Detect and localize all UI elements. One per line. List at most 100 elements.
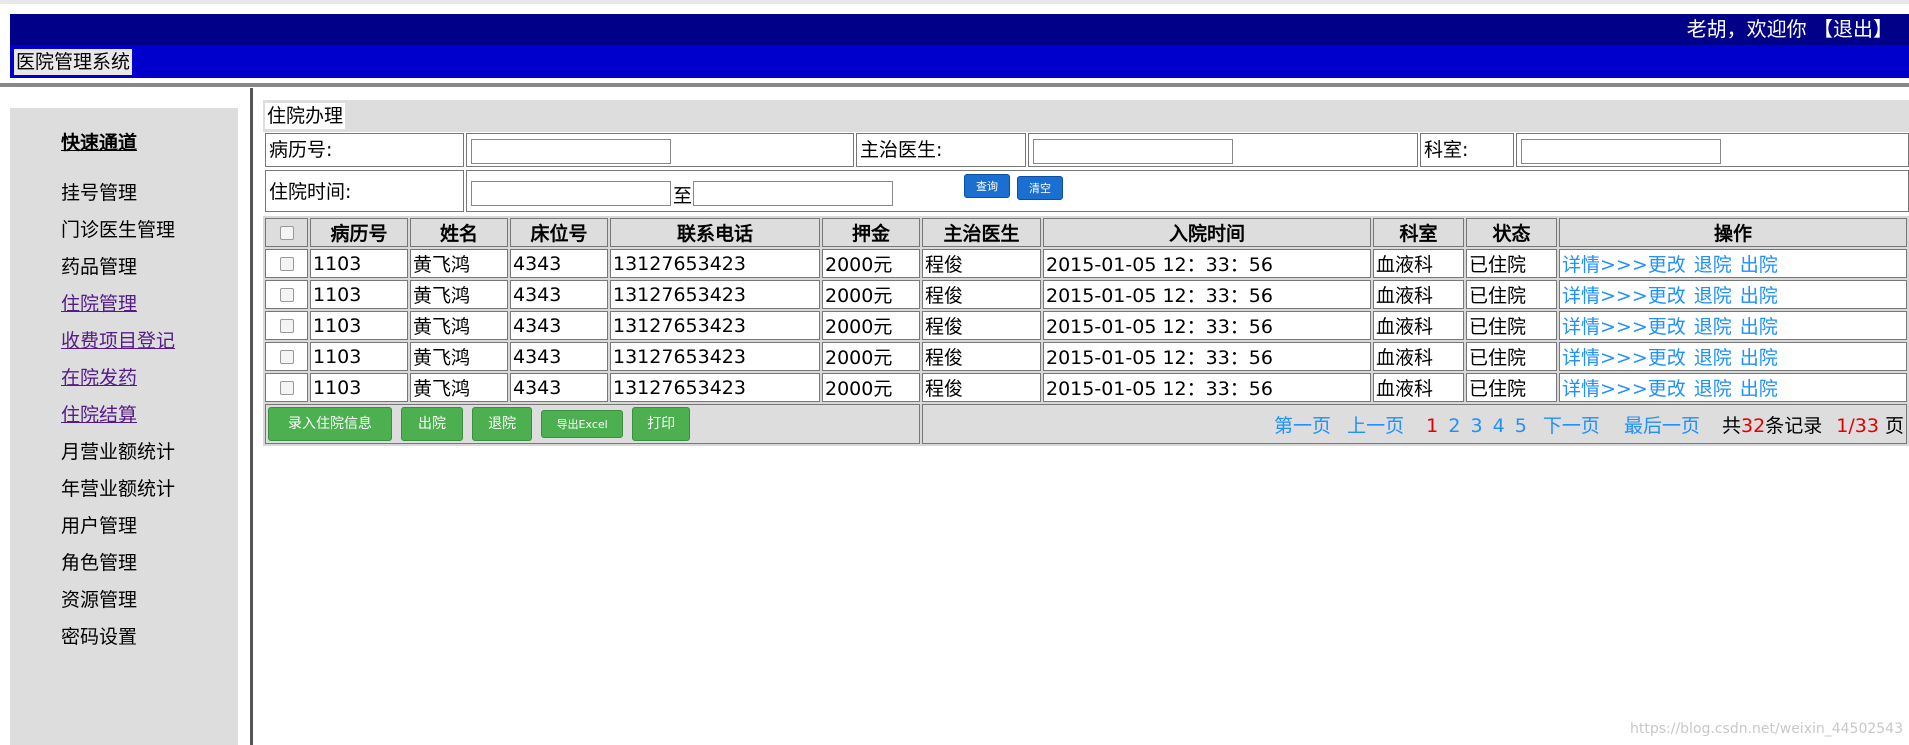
detail-link[interactable]: 详情>>>: [1562, 285, 1648, 307]
edit-link[interactable]: 更改: [1648, 347, 1686, 369]
col-header-name[interactable]: 姓名: [410, 218, 508, 247]
to-label: 至: [673, 185, 693, 207]
logout-link[interactable]: 【退出】: [1813, 17, 1893, 41]
page-link-4[interactable]: 4: [1493, 415, 1505, 437]
cell-record-no: 1103: [310, 249, 408, 278]
return-link[interactable]: 退院: [1694, 254, 1732, 276]
sidebar-item-charge-items[interactable]: 收费项目登记: [61, 326, 175, 353]
cell-name: 黄飞鸿: [410, 280, 508, 309]
row-checkbox[interactable]: [279, 319, 294, 333]
total-suffix: 条记录: [1765, 414, 1823, 437]
watermark: https://blog.csdn.net/weixin_44502543: [1629, 721, 1903, 737]
edit-link[interactable]: 更改: [1648, 316, 1686, 338]
doctor-cell: [1028, 133, 1418, 167]
detail-link[interactable]: 详情>>>: [1562, 347, 1648, 369]
return-link[interactable]: 退院: [1694, 378, 1732, 400]
cell-phone: 13127653423: [610, 311, 820, 340]
detail-link[interactable]: 详情>>>: [1562, 316, 1648, 338]
sidebar-divider: [250, 88, 253, 745]
cell-phone: 13127653423: [610, 280, 820, 309]
row-checkbox[interactable]: [279, 350, 294, 364]
sidebar-item-inpatient[interactable]: 住院管理: [61, 289, 137, 316]
department-input[interactable]: [1521, 139, 1721, 164]
cell-name: 黄飞鸿: [410, 342, 508, 371]
clear-button[interactable]: 清空: [1017, 176, 1063, 200]
discharge-link[interactable]: 出院: [1740, 378, 1778, 400]
sidebar-item-outpatient-doctor[interactable]: 门诊医生管理: [61, 215, 175, 242]
query-button[interactable]: 查询: [964, 174, 1010, 198]
col-header-deposit[interactable]: 押金: [822, 218, 920, 247]
cell-actions: 详情>>>更改 退院 出院: [1559, 373, 1907, 402]
sidebar-item-medicine[interactable]: 药品管理: [61, 252, 137, 279]
cell-doctor: 程俊: [922, 342, 1041, 371]
sidebar-item-users[interactable]: 用户管理: [61, 511, 137, 538]
col-header-department[interactable]: 科室: [1373, 218, 1464, 247]
col-header-bed-no[interactable]: 床位号: [510, 218, 608, 247]
print-button[interactable]: 打印: [632, 407, 691, 441]
prev-page-link[interactable]: 上一页: [1347, 415, 1404, 437]
export-excel-button[interactable]: 导出Excel: [541, 410, 624, 438]
page-title: 住院办理: [265, 103, 346, 129]
return-link[interactable]: 退院: [1694, 347, 1732, 369]
col-header-record-no[interactable]: 病历号: [310, 218, 408, 247]
page-link-5[interactable]: 5: [1515, 415, 1527, 437]
discharge-link[interactable]: 出院: [1740, 316, 1778, 338]
cell-doctor: 程俊: [922, 373, 1041, 402]
cell-phone: 13127653423: [610, 249, 820, 278]
sidebar-item-settlement[interactable]: 住院结算: [61, 400, 137, 427]
table-row: 1103 黄飞鸿 4343 13127653423 2000元 程俊 2015-01-05 …: [265, 311, 1907, 340]
page-link-3[interactable]: 3: [1470, 415, 1482, 437]
admit-time-end-input[interactable]: [693, 181, 893, 206]
row-checkbox[interactable]: [279, 288, 294, 302]
cell-doctor: 程俊: [922, 311, 1041, 340]
col-header-phone[interactable]: 联系电话: [610, 218, 820, 247]
last-page-link[interactable]: 最后一页: [1624, 415, 1700, 437]
row-checkbox[interactable]: [279, 381, 294, 395]
col-header-doctor[interactable]: 主治医生: [922, 218, 1041, 247]
discharge-button[interactable]: 出院: [401, 407, 464, 441]
row-select-cell: [265, 373, 308, 402]
page-link-1[interactable]: 1: [1426, 415, 1438, 437]
discharge-link[interactable]: 出院: [1740, 347, 1778, 369]
detail-link[interactable]: 详情>>>: [1562, 378, 1648, 400]
edit-link[interactable]: 更改: [1648, 378, 1686, 400]
department-label-cell: 科室:: [1420, 133, 1514, 167]
first-page-link[interactable]: 第一页: [1274, 415, 1331, 437]
total-prefix: 共: [1722, 414, 1742, 437]
discharge-link[interactable]: 出院: [1740, 285, 1778, 307]
system-title: 医院管理系统: [14, 49, 133, 75]
detail-link[interactable]: 详情>>>: [1562, 254, 1648, 276]
record-no-label-cell: 病历号:: [265, 133, 464, 167]
sidebar-item-registration[interactable]: 挂号管理: [61, 178, 137, 205]
next-page-link[interactable]: 下一页: [1543, 415, 1600, 437]
cell-status: 已住院: [1466, 342, 1557, 371]
quick-access-title[interactable]: 快速通道: [61, 128, 137, 155]
return-button[interactable]: 退院: [472, 407, 533, 441]
doctor-input[interactable]: [1033, 139, 1233, 164]
sidebar-item-yearly-revenue[interactable]: 年营业额统计: [61, 474, 175, 501]
edit-link[interactable]: 更改: [1648, 254, 1686, 276]
col-header-admit-time[interactable]: 入院时间: [1043, 218, 1371, 247]
sidebar-item-resources[interactable]: 资源管理: [61, 585, 137, 612]
enter-info-button[interactable]: 录入住院信息: [268, 407, 392, 441]
select-all-checkbox[interactable]: [279, 226, 294, 240]
cell-doctor: 程俊: [922, 280, 1041, 309]
sidebar-item-roles[interactable]: 角色管理: [61, 548, 137, 575]
return-link[interactable]: 退院: [1694, 316, 1732, 338]
cell-deposit: 2000元: [822, 249, 920, 278]
row-checkbox[interactable]: [279, 257, 294, 271]
admit-time-start-input[interactable]: [471, 181, 671, 206]
cell-status: 已住院: [1466, 280, 1557, 309]
cell-record-no: 1103: [310, 311, 408, 340]
return-link[interactable]: 退院: [1694, 285, 1732, 307]
cell-bed-no: 4343: [510, 280, 608, 309]
col-header-status[interactable]: 状态: [1466, 218, 1557, 247]
page-link-2[interactable]: 2: [1448, 415, 1460, 437]
record-no-input[interactable]: [471, 139, 671, 164]
sidebar-item-monthly-revenue[interactable]: 月营业额统计: [61, 437, 175, 464]
panel-header: 住院办理: [263, 100, 1909, 132]
sidebar-item-dispense[interactable]: 在院发药: [61, 363, 137, 390]
edit-link[interactable]: 更改: [1648, 285, 1686, 307]
discharge-link[interactable]: 出院: [1740, 254, 1778, 276]
sidebar-item-password[interactable]: 密码设置: [61, 622, 137, 649]
